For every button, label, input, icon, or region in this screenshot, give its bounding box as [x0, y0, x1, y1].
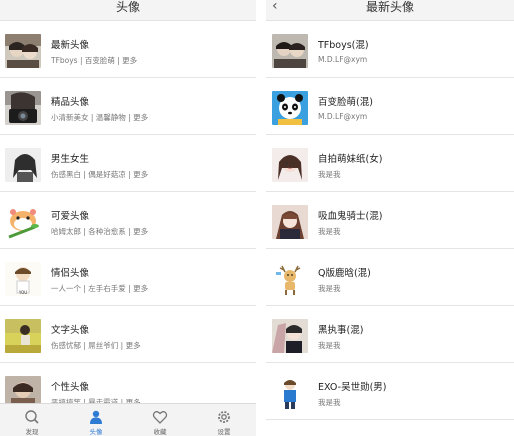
row-subtitle: 一人一个 | 左手右手爱 | 更多 — [51, 284, 149, 293]
row-title: 男生女生 — [51, 154, 90, 165]
avatar-row[interactable]: Q版鹿晗(混) 我是我 — [266, 249, 514, 306]
row-title: TFboys(混) — [318, 40, 369, 51]
tab-label: 收藏 — [153, 428, 167, 436]
row-title: 黑执事(混) — [318, 325, 364, 336]
top-bar: 头像 — [0, 0, 256, 21]
category-row[interactable]: 男生女生伤感黑白 | 偶是好菇凉 | 更多 — [0, 135, 256, 192]
tab-gear[interactable]: 设置 — [192, 404, 256, 436]
avatar-row[interactable]: 百变脸萌(混) M.D.LF@xym — [266, 78, 514, 135]
row-title: 百变脸萌(混) — [318, 97, 373, 108]
row-title: EXO-吴世勋(男) — [318, 382, 387, 393]
row-subtitle: 伤感黑白 | 偶是好菇凉 | 更多 — [51, 170, 149, 179]
row-title: 情侣头像 — [51, 268, 90, 279]
row-title: 最新头像 — [51, 40, 90, 51]
top-bar: ‹ 最新头像 — [266, 0, 514, 21]
bottom-tab-bar: 发现 头像 收藏 设置 — [0, 403, 256, 436]
row-subtitle: M.D.LF@xym — [318, 55, 368, 64]
avatar-thumbnail — [5, 205, 41, 239]
avatar-thumbnail — [5, 91, 41, 125]
row-title: 精品头像 — [51, 97, 90, 108]
avatar-row[interactable]: 吸血鬼骑士(混) 我是我 — [266, 192, 514, 249]
row-title: 个性头像 — [51, 382, 90, 393]
row-subtitle: 我是我 — [318, 284, 341, 293]
tab-avatar[interactable]: 头像 — [64, 404, 128, 436]
avatar-thumbnail — [272, 148, 308, 182]
svg-text:YOU: YOU — [18, 290, 27, 295]
row-title: Q版鹿晗(混) — [318, 268, 371, 279]
avatar-thumbnail — [272, 376, 308, 410]
avatar-thumbnail — [5, 319, 41, 353]
tab-label: 设置 — [217, 428, 231, 436]
row-subtitle: TFboys | 百变脸萌 | 更多 — [51, 56, 138, 65]
row-title: 自拍萌妹纸(女) — [318, 154, 383, 165]
tab-heart[interactable]: 收藏 — [128, 404, 192, 436]
category-list: 最新头像 TFboys | 百变脸萌 | 更多 精品头像小清新美女 | 温馨静物 |… — [0, 21, 256, 420]
avatar-row[interactable]: 自拍萌妹纸(女) 我是我 — [266, 135, 514, 192]
avatar-thumbnail — [272, 205, 308, 239]
category-row[interactable]: YOU 情侣头像一人一个 | 左手右手爱 | 更多 — [0, 249, 256, 306]
avatar-thumbnail — [272, 91, 308, 125]
page-title: 最新头像 — [365, 0, 414, 14]
tab-label: 发现 — [25, 428, 39, 436]
row-subtitle: 哈姆太郎 | 各种治愈系 | 更多 — [51, 227, 149, 236]
row-subtitle: M.D.LF@xym — [318, 112, 368, 121]
category-screen: 头像 最新头像 TFboys | 百变脸萌 | 更多 精品头像小清新美女 | 温馨静… — [0, 0, 256, 436]
avatar-thumbnail — [272, 262, 308, 296]
row-title: 吸血鬼骑士(混) — [318, 211, 383, 222]
avatar-row[interactable]: 黑执事(混) 我是我 — [266, 306, 514, 363]
category-row[interactable]: 可爱头像哈姆太郎 | 各种治愈系 | 更多 — [0, 192, 256, 249]
newest-avatars-screen: ‹ 最新头像 TFboys(混) M.D.LF@xym 百变脸萌(混) M.D.LF@… — [266, 0, 514, 436]
category-row[interactable]: 最新头像 TFboys | 百变脸萌 | 更多 — [0, 21, 256, 78]
row-title: 可爱头像 — [51, 211, 90, 222]
avatar-list: TFboys(混) M.D.LF@xym 百变脸萌(混) M.D.LF@xym 自拍萌妹… — [266, 21, 514, 420]
category-row[interactable]: 文字头像伤感忧郁 | 屌丝爷们 | 更多 — [0, 306, 256, 363]
page-title: 头像 — [115, 0, 140, 14]
row-subtitle: 小清新美女 | 温馨静物 | 更多 — [51, 113, 149, 122]
avatar-row[interactable]: EXO-吴世勋(男) 我是我 — [266, 363, 514, 420]
avatar-row[interactable]: TFboys(混) M.D.LF@xym — [266, 21, 514, 78]
tab-label: 头像 — [89, 428, 103, 436]
avatar-thumbnail — [272, 34, 308, 68]
avatar-thumbnail — [5, 148, 41, 182]
row-title: 文字头像 — [51, 325, 90, 336]
row-subtitle: 我是我 — [318, 170, 341, 179]
row-subtitle: 我是我 — [318, 227, 341, 236]
tab-search[interactable]: 发现 — [0, 404, 64, 436]
row-subtitle: 我是我 — [318, 398, 341, 407]
avatar-thumbnail: YOU — [5, 262, 41, 296]
avatar-thumbnail — [272, 319, 308, 353]
row-subtitle: 伤感忧郁 | 屌丝爷们 | 更多 — [51, 341, 141, 350]
category-row[interactable]: 精品头像小清新美女 | 温馨静物 | 更多 — [0, 78, 256, 135]
avatar-thumbnail — [5, 34, 41, 68]
screenshot-stage: 头像 最新头像 TFboys | 百变脸萌 | 更多 精品头像小清新美女 | 温馨静… — [0, 0, 514, 436]
row-subtitle: 我是我 — [318, 341, 341, 350]
